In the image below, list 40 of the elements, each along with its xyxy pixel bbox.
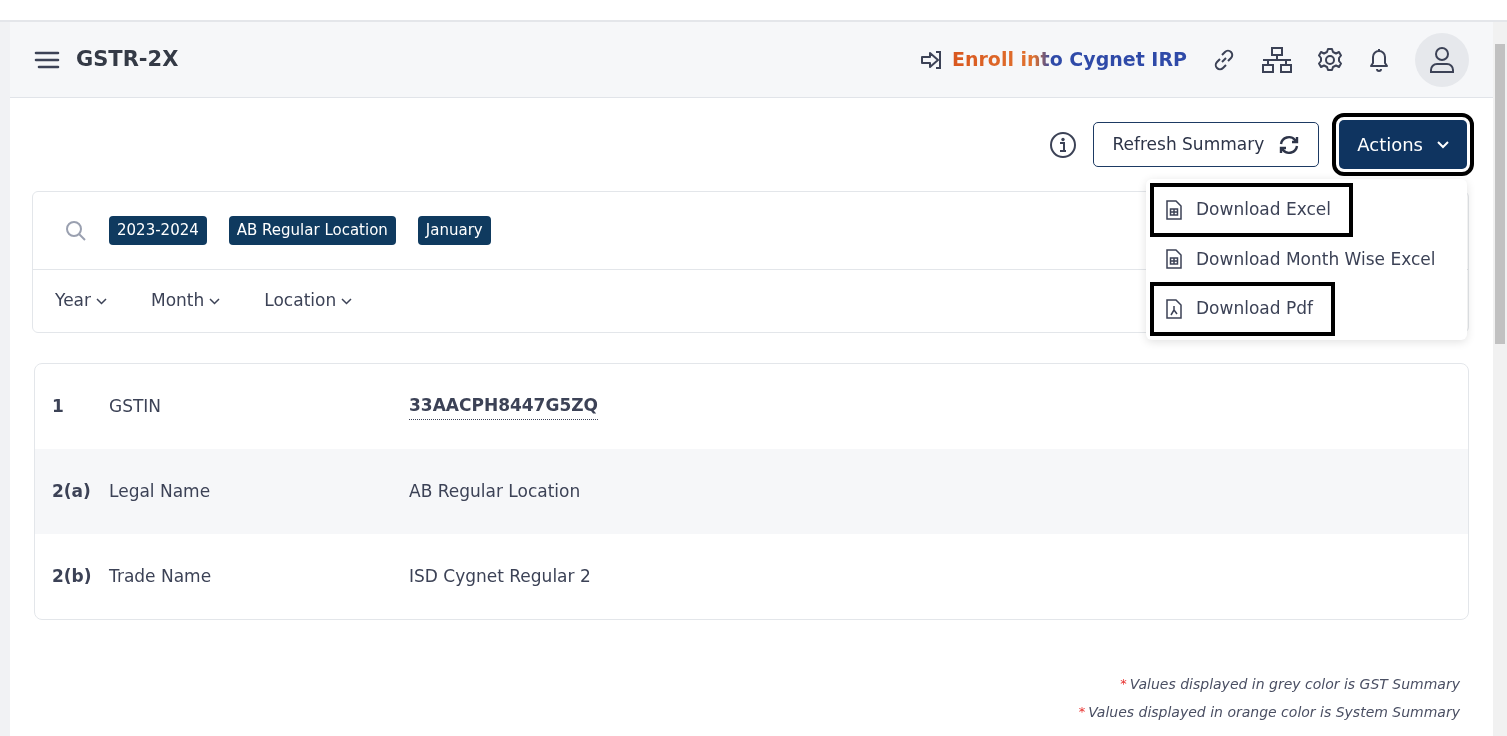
refresh-summary-button[interactable]: Refresh Summary	[1093, 121, 1320, 168]
gstin-link[interactable]: 33AACPH8447G5ZQ	[409, 393, 598, 420]
field-value: ISD Cygnet Regular 2	[409, 564, 591, 588]
refresh-icon	[1278, 133, 1301, 156]
field-value: AB Regular Location	[409, 479, 581, 503]
field-label: Legal Name	[109, 479, 212, 503]
filter-chip: January	[417, 216, 491, 245]
menu-item[interactable]: Download Month Wise Excel	[1154, 236, 1459, 282]
chevron-down-icon	[96, 297, 107, 305]
spreadsheet-icon	[1166, 249, 1182, 270]
footnote-text: Values displayed in grey color is GST Summary	[1129, 676, 1460, 692]
notifications-icon[interactable]	[1367, 46, 1391, 73]
field-label: Trade Name	[109, 564, 213, 588]
filter-chip: AB Regular Location	[228, 216, 396, 245]
asterisk-mark: *	[1078, 704, 1086, 719]
page-title: GSTR-2X	[76, 45, 179, 73]
scrollbar-thumb[interactable]	[1495, 44, 1505, 344]
info-icon[interactable]	[1049, 130, 1078, 159]
search-icon	[65, 219, 87, 242]
filter-dropdown[interactable]: Location	[264, 288, 353, 314]
caret-icon	[1437, 140, 1449, 149]
settings-icon[interactable]	[1317, 46, 1343, 73]
filter-chip: 2023-2024	[109, 216, 207, 245]
filter-dropdown[interactable]: Month	[151, 288, 221, 314]
chevron-down-icon	[341, 297, 353, 305]
row-number: 2(a)	[51, 479, 92, 503]
document-icon	[1166, 298, 1182, 319]
field-label: GSTIN	[109, 394, 163, 418]
login-arrow-icon	[919, 49, 944, 70]
footnote-text: Values displayed in orange color is System Summary	[1088, 704, 1460, 720]
spreadsheet-icon	[1166, 199, 1182, 220]
row-number: 1	[51, 394, 65, 418]
chevron-down-icon	[209, 297, 221, 305]
sitemap-icon[interactable]	[1261, 46, 1293, 73]
asterisk-mark: *	[1120, 676, 1127, 691]
row-number: 2(b)	[51, 564, 93, 588]
menu-item[interactable]: Download Pdf	[1154, 286, 1331, 332]
menu-icon[interactable]	[34, 49, 60, 70]
filter-dropdown[interactable]: Year	[55, 288, 107, 314]
menu-item[interactable]: Download Excel	[1154, 187, 1349, 233]
